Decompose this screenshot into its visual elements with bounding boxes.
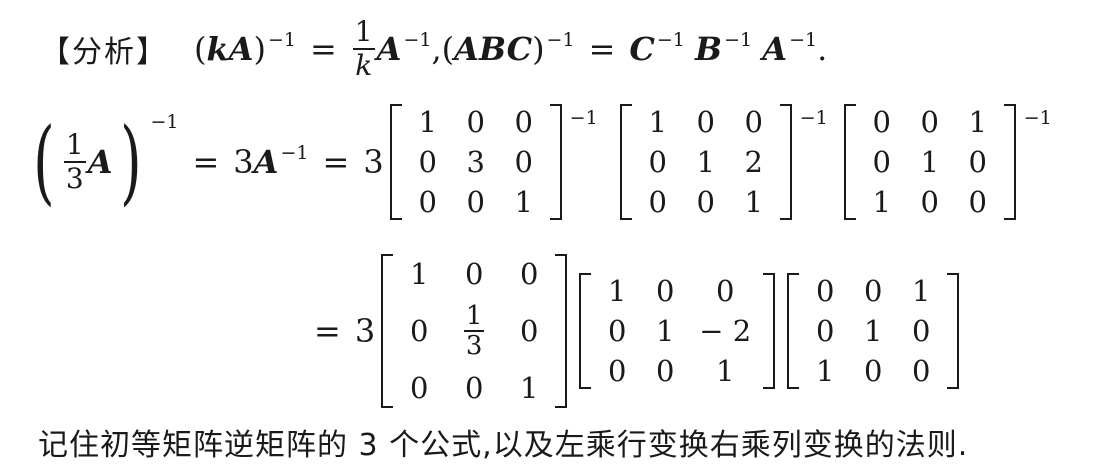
- coefficient: 3: [363, 143, 384, 181]
- three-A-inverse: 3A −1: [233, 142, 309, 181]
- matrix-swap: 001 010 100: [843, 102, 1016, 222]
- summary-note: 记住初等矩阵逆矩阵的 3 个公式,以及左乘行变换右乘列变换的法则.: [38, 428, 969, 463]
- fraction-cell: 1 3: [463, 301, 485, 361]
- formula-kA-inverse: (kA) −1: [194, 29, 296, 68]
- fraction-1-over-3: 1 3: [63, 128, 86, 195]
- fraction-1-over-k: 1 k: [352, 15, 375, 82]
- matrix-A: A: [87, 143, 113, 181]
- A-inverse: A −1: [376, 29, 432, 68]
- matrix-row-sub-2: 100 0 1− 2 001: [579, 271, 776, 391]
- inverse-exponent: −1: [150, 111, 179, 133]
- separator: ,: [431, 30, 442, 68]
- equals-sign: =: [588, 30, 616, 68]
- formula-line-1: 【分析】 (kA) −1 = 1 k A −1 , (ABC) −1 = C −1 B −…: [40, 14, 827, 84]
- coefficient: 3: [354, 312, 376, 350]
- analysis-tag: 【分析】: [40, 35, 168, 70]
- matrix-row-add-2: 100 012 001: [619, 102, 792, 222]
- matrix-diag-3: 100 030 001: [389, 102, 562, 222]
- matrix-swap: 001 010 100: [787, 271, 960, 391]
- formula-abc-inverse: (ABC) −1: [441, 29, 575, 68]
- formula-cba-inverse: C −1 B −1 A −1.: [629, 29, 828, 68]
- formula-line-2: ( 1 3 A ) −1 = 3A −1 = 3 100 030 001 −1 1…: [26, 96, 1052, 228]
- equals-sign: =: [309, 30, 337, 68]
- matrix-diag-third: 100 0 1 3 0 001: [381, 252, 568, 410]
- formula-line-3: = 3 100 0 1 3 0 001 100 0 1− 2 001 001 01…: [300, 246, 965, 416]
